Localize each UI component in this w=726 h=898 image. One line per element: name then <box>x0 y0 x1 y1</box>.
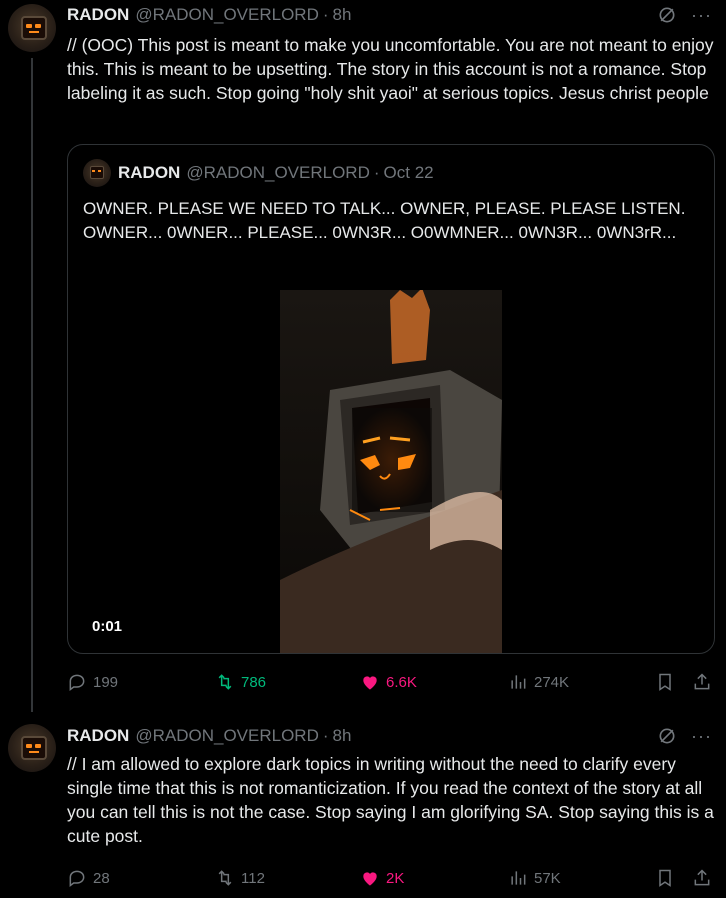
like-button[interactable]: 2K <box>360 868 404 888</box>
grok-icon[interactable] <box>657 726 677 746</box>
tweet-text: // I am allowed to explore dark topics i… <box>67 754 714 846</box>
share-icon <box>694 673 710 690</box>
timestamp[interactable]: 8h <box>333 726 352 746</box>
video-timestamp: 0:01 <box>92 618 123 635</box>
share-button[interactable] <box>692 868 712 888</box>
tweet-header: RADON @RADON_OVERLORD · 8h <box>67 4 351 26</box>
user-handle[interactable]: @RADON_OVERLORD <box>135 726 319 746</box>
thread-line <box>31 58 33 712</box>
views-icon <box>511 871 526 885</box>
tweet-1[interactable]: RADON @RADON_OVERLORD · 8h ··· // (OOC) … <box>0 0 726 712</box>
heart-filled-icon <box>363 872 377 886</box>
quote-avatar <box>83 159 111 187</box>
timestamp[interactable]: 8h <box>333 5 352 25</box>
heart-filled-icon <box>363 676 377 690</box>
quote-handle: @RADON_OVERLORD <box>186 163 370 182</box>
retweet-icon <box>218 870 232 886</box>
quote-timestamp: Oct 22 <box>383 163 434 182</box>
quoted-tweet[interactable]: RADON @RADON_OVERLORD · Oct 22 OWNER. PL… <box>67 144 715 654</box>
grok-icon[interactable] <box>657 5 677 25</box>
tweet-2[interactable]: RADON @RADON_OVERLORD · 8h ··· // I am a… <box>0 716 726 898</box>
reply-count: 28 <box>93 869 110 887</box>
view-count: 274K <box>534 673 570 691</box>
more-options-icon[interactable]: ··· <box>691 6 712 24</box>
quote-display-name: RADON <box>118 163 181 182</box>
retweet-button[interactable]: 112 <box>215 868 265 888</box>
quote-header: RADON @RADON_OVERLORD · Oct 22 <box>118 163 434 183</box>
share-icon <box>694 869 710 886</box>
tweet-header: RADON @RADON_OVERLORD · 8h <box>67 725 351 747</box>
action-bar: 199 786 6.6K 274K <box>67 672 717 696</box>
more-options-icon[interactable]: ··· <box>691 727 712 745</box>
bookmark-button[interactable] <box>655 672 675 692</box>
user-handle[interactable]: @RADON_OVERLORD <box>135 5 319 25</box>
reply-button[interactable]: 199 <box>67 672 118 692</box>
views-button[interactable]: 57K <box>508 868 561 888</box>
display-name[interactable]: RADON <box>67 5 129 25</box>
bookmark-icon <box>659 673 671 691</box>
avatar[interactable] <box>8 724 56 772</box>
views-icon <box>511 675 526 689</box>
video-frame-image <box>280 290 502 653</box>
avatar[interactable] <box>8 4 56 52</box>
separator-dot: · <box>373 163 380 182</box>
reply-icon <box>69 674 85 691</box>
like-button[interactable]: 6.6K <box>360 672 417 692</box>
reply-button[interactable]: 28 <box>67 868 110 888</box>
retweet-count: 786 <box>241 673 267 691</box>
bookmark-button[interactable] <box>655 868 675 888</box>
separator-dot: · <box>322 5 329 24</box>
retweet-count: 112 <box>241 869 265 887</box>
reply-count: 199 <box>93 673 119 691</box>
separator-dot: · <box>322 726 329 745</box>
like-count: 2K <box>386 869 405 887</box>
display-name[interactable]: RADON <box>67 726 129 746</box>
like-count: 6.6K <box>386 673 417 691</box>
share-button[interactable] <box>692 672 712 692</box>
reply-icon <box>69 870 85 887</box>
quote-text: OWNER. PLEASE WE NEED TO TALK... OWNER, … <box>83 199 686 242</box>
bookmark-icon <box>659 869 671 887</box>
action-bar: 28 112 2K 57K <box>67 868 717 892</box>
view-count: 57K <box>534 869 561 887</box>
video-player[interactable] <box>280 290 502 653</box>
retweet-button[interactable]: 786 <box>215 672 266 692</box>
retweet-icon <box>218 674 232 690</box>
views-button[interactable]: 274K <box>508 672 569 692</box>
tweet-text: // (OOC) This post is meant to make you … <box>67 35 714 103</box>
